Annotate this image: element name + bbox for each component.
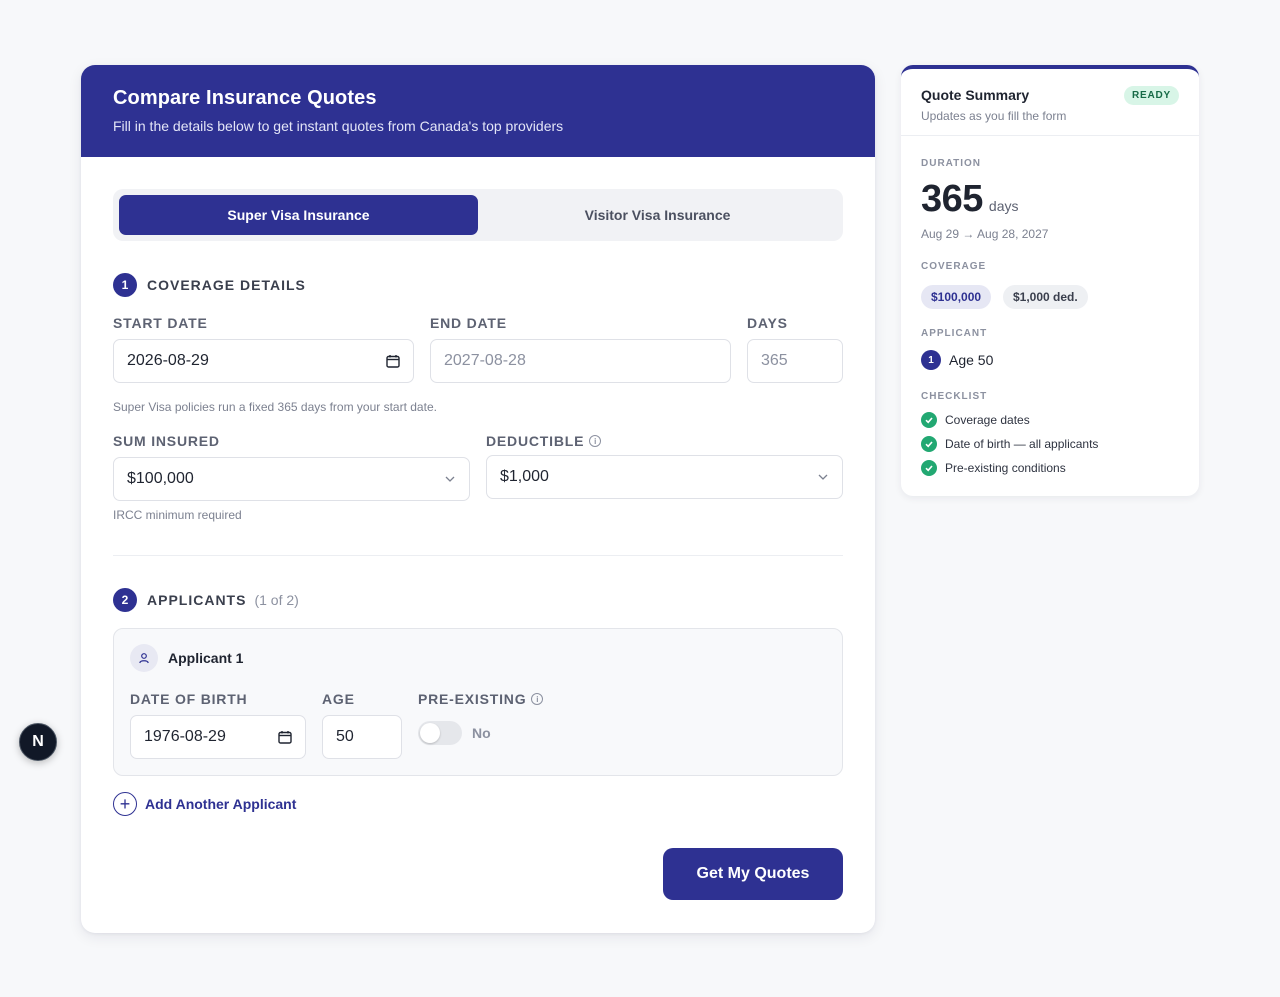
checklist-label: CHECKLIST bbox=[921, 391, 988, 402]
section-label: APPLICANTS bbox=[147, 592, 247, 608]
summary-subtitle: Updates as you fill the form bbox=[921, 109, 1067, 123]
step-number: 2 bbox=[113, 588, 137, 612]
calendar-icon[interactable] bbox=[386, 354, 400, 368]
days-value: 365 bbox=[761, 352, 788, 369]
check-circle-icon bbox=[921, 436, 937, 452]
age-input[interactable]: 50 bbox=[322, 715, 402, 759]
card-header: Compare Insurance Quotes Fill in the det… bbox=[81, 65, 875, 157]
checklist-item: Date of birth — all applicants bbox=[921, 436, 1098, 452]
chevron-down-icon bbox=[445, 476, 455, 482]
info-icon[interactable]: i bbox=[531, 693, 544, 705]
applicant-name: Applicant 1 bbox=[168, 650, 244, 666]
page-subtitle: Fill in the details below to get instant… bbox=[113, 118, 564, 134]
get-quotes-button[interactable]: Get My Quotes bbox=[663, 848, 843, 900]
preexisting-label-text: PRE-EXISTING bbox=[418, 691, 527, 707]
step-number: 1 bbox=[113, 273, 137, 297]
deductible-label: DEDUCTIBLE i bbox=[486, 433, 602, 449]
applicant-number: 1 bbox=[921, 350, 941, 370]
person-icon bbox=[130, 644, 158, 672]
sum-insured-select[interactable]: $100,000 bbox=[113, 457, 470, 501]
chevron-down-icon bbox=[818, 474, 828, 480]
date-range: Aug 29 → Aug 28, 2027 bbox=[921, 227, 1049, 241]
plus-circle-icon: + bbox=[113, 792, 137, 816]
checklist-text: Coverage dates bbox=[945, 413, 1030, 427]
quote-summary-panel: Quote Summary Updates as you fill the fo… bbox=[901, 65, 1199, 496]
add-applicant-button[interactable]: + Add Another Applicant bbox=[113, 792, 296, 816]
coverage-section-title: 1 COVERAGE DETAILS bbox=[113, 273, 306, 297]
applicant-age: Age 50 bbox=[949, 352, 994, 368]
insurance-type-tabs: Super Visa Insurance Visitor Visa Insura… bbox=[113, 189, 843, 241]
tab-super-visa[interactable]: Super Visa Insurance bbox=[119, 195, 478, 235]
section-label: COVERAGE DETAILS bbox=[147, 277, 306, 293]
quote-form-card: Compare Insurance Quotes Fill in the det… bbox=[81, 65, 875, 933]
dob-label: DATE OF BIRTH bbox=[130, 691, 248, 707]
duration-label: DURATION bbox=[921, 158, 982, 169]
checklist-text: Pre-existing conditions bbox=[945, 461, 1066, 475]
applicant-label: APPLICANT bbox=[921, 328, 988, 339]
checklist-item: Coverage dates bbox=[921, 412, 1030, 428]
summary-header: Quote Summary Updates as you fill the fo… bbox=[901, 69, 1199, 136]
check-circle-icon bbox=[921, 412, 937, 428]
coverage-amount-chip: $100,000 bbox=[921, 285, 992, 309]
dev-tools-badge[interactable]: N bbox=[19, 723, 57, 761]
deductible-label-text: DEDUCTIBLE bbox=[486, 433, 585, 449]
applicants-section-title: 2 APPLICANTS (1 of 2) bbox=[113, 588, 299, 612]
deductible-chip: $1,000 ded. bbox=[1003, 285, 1088, 309]
dob-value: 1976-08-29 bbox=[144, 728, 226, 745]
duration-value: 365 days bbox=[921, 178, 1018, 221]
toggle-knob bbox=[420, 723, 440, 743]
age-value: 50 bbox=[336, 728, 354, 745]
start-date-input[interactable]: 2026-08-29 bbox=[113, 339, 414, 383]
section-divider bbox=[113, 555, 843, 556]
status-badge: READY bbox=[1123, 86, 1179, 105]
applicant-count: (1 of 2) bbox=[254, 592, 299, 608]
end-date-input: 2027-08-28 bbox=[430, 339, 731, 383]
days-label: DAYS bbox=[747, 315, 788, 331]
preexisting-toggle[interactable] bbox=[418, 721, 462, 745]
sum-insured-label: SUM INSURED bbox=[113, 433, 220, 449]
duration-days: 365 bbox=[921, 178, 983, 220]
tab-visitor-visa[interactable]: Visitor Visa Insurance bbox=[478, 195, 837, 235]
sum-insured-value: $100,000 bbox=[127, 470, 194, 487]
checklist-item: Pre-existing conditions bbox=[921, 460, 1066, 476]
preexisting-value: No bbox=[472, 725, 491, 741]
deductible-select[interactable]: $1,000 bbox=[486, 455, 843, 499]
dob-input[interactable]: 1976-08-29 bbox=[130, 715, 306, 759]
coverage-label: COVERAGE bbox=[921, 261, 987, 272]
deductible-value: $1,000 bbox=[500, 468, 549, 485]
age-label: AGE bbox=[322, 691, 355, 707]
checklist-text: Date of birth — all applicants bbox=[945, 437, 1099, 451]
page-title: Compare Insurance Quotes bbox=[113, 87, 377, 109]
preexisting-label: PRE-EXISTING i bbox=[418, 691, 544, 707]
sum-insured-helper: IRCC minimum required bbox=[113, 508, 242, 522]
calendar-icon[interactable] bbox=[278, 730, 292, 744]
end-date-value: 2027-08-28 bbox=[444, 352, 526, 369]
days-input: 365 bbox=[747, 339, 843, 383]
start-date-label: START DATE bbox=[113, 315, 208, 331]
applicant-header: Applicant 1 bbox=[130, 644, 243, 672]
add-applicant-label: Add Another Applicant bbox=[145, 796, 297, 812]
info-icon[interactable]: i bbox=[589, 435, 602, 447]
summary-applicant-row: 1 Age 50 bbox=[921, 350, 993, 370]
end-date-label: END DATE bbox=[430, 315, 507, 331]
applicant-card: Applicant 1 DATE OF BIRTH 1976-08-29 AGE… bbox=[113, 628, 843, 776]
coverage-helper-text: Super Visa policies run a fixed 365 days… bbox=[113, 400, 437, 414]
start-date-value: 2026-08-29 bbox=[127, 352, 209, 369]
check-circle-icon bbox=[921, 460, 937, 476]
duration-unit: days bbox=[988, 198, 1019, 214]
